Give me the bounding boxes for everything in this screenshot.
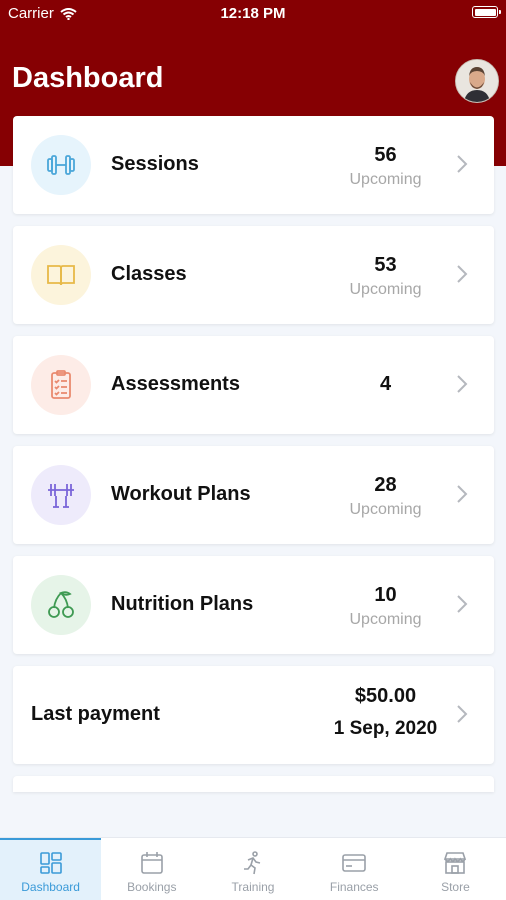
sessions-card[interactable]: Sessions 56 Upcoming bbox=[13, 116, 494, 214]
nutrition-plans-count: 10 bbox=[374, 584, 397, 606]
next-card-partial bbox=[13, 776, 494, 792]
tab-store[interactable]: Store bbox=[405, 838, 506, 900]
store-icon bbox=[444, 852, 467, 874]
tab-training[interactable]: Training bbox=[202, 838, 303, 900]
chevron-right-icon bbox=[457, 595, 468, 613]
last-payment-date: 1 Sep, 2020 bbox=[333, 718, 438, 739]
barbell-icon bbox=[48, 484, 74, 508]
nutrition-plans-sub: Upcoming bbox=[349, 611, 422, 628]
workout-plans-sub: Upcoming bbox=[349, 501, 422, 518]
checklist-icon bbox=[51, 370, 71, 399]
chevron-right-icon bbox=[457, 155, 468, 173]
assessments-icon-circle bbox=[31, 355, 91, 415]
page-title: Dashboard bbox=[12, 62, 164, 94]
tab-bar: Dashboard Bookings Training Finances Sto… bbox=[0, 837, 506, 900]
nutrition-plans-card[interactable]: Nutrition Plans 10 Upcoming bbox=[13, 556, 494, 654]
cherries-icon bbox=[48, 591, 74, 618]
tab-store-label: Store bbox=[441, 880, 470, 894]
chevron-right-icon bbox=[457, 265, 468, 283]
avatar[interactable] bbox=[455, 59, 499, 103]
runner-icon bbox=[244, 851, 261, 875]
workout-icon-circle bbox=[31, 465, 91, 525]
tab-finances-label: Finances bbox=[329, 880, 379, 894]
sessions-count: 56 bbox=[374, 144, 397, 166]
workout-plans-count: 28 bbox=[374, 474, 397, 496]
last-payment-amount: $50.00 bbox=[354, 685, 417, 707]
dumbbell-icon bbox=[47, 155, 75, 175]
classes-card[interactable]: Classes 53 Upcoming bbox=[13, 226, 494, 324]
classes-count: 53 bbox=[374, 254, 397, 276]
tab-finances[interactable]: Finances bbox=[304, 838, 405, 900]
chevron-right-icon bbox=[457, 485, 468, 503]
tab-training-label: Training bbox=[231, 880, 275, 894]
dashboard-icon bbox=[39, 852, 62, 874]
assessments-count: 4 bbox=[379, 373, 392, 395]
classes-sub: Upcoming bbox=[349, 281, 422, 298]
assessments-card[interactable]: Assessments 4 bbox=[13, 336, 494, 434]
last-payment-label: Last payment bbox=[31, 703, 160, 725]
last-payment-card[interactable]: Last payment $50.00 1 Sep, 2020 bbox=[13, 666, 494, 764]
classes-label: Classes bbox=[111, 263, 187, 285]
credit-card-icon bbox=[342, 854, 367, 872]
tab-bookings-label: Bookings bbox=[127, 880, 177, 894]
workout-plans-label: Workout Plans bbox=[111, 483, 251, 505]
sessions-icon-circle bbox=[31, 135, 91, 195]
dashboard-cards: Sessions 56 Upcoming Classes 53 Upcoming bbox=[13, 116, 494, 792]
chevron-right-icon bbox=[457, 375, 468, 393]
clock: 12:18 PM bbox=[220, 5, 286, 22]
book-icon bbox=[47, 265, 75, 286]
workout-plans-card[interactable]: Workout Plans 28 Upcoming bbox=[13, 446, 494, 544]
nutrition-icon-circle bbox=[31, 575, 91, 635]
sessions-sub: Upcoming bbox=[349, 171, 422, 188]
sessions-label: Sessions bbox=[111, 153, 199, 175]
status-bar: Carrier 12:18 PM bbox=[0, 0, 506, 28]
user-photo-icon bbox=[456, 60, 498, 102]
nutrition-plans-label: Nutrition Plans bbox=[111, 593, 254, 615]
chevron-right-icon bbox=[457, 705, 468, 723]
tab-dashboard[interactable]: Dashboard bbox=[0, 838, 102, 900]
battery-icon bbox=[472, 6, 501, 18]
classes-icon-circle bbox=[31, 245, 91, 305]
assessments-label: Assessments bbox=[111, 373, 240, 395]
calendar-icon bbox=[140, 852, 163, 874]
tab-bookings[interactable]: Bookings bbox=[101, 838, 202, 900]
tab-dashboard-label: Dashboard bbox=[21, 880, 80, 894]
